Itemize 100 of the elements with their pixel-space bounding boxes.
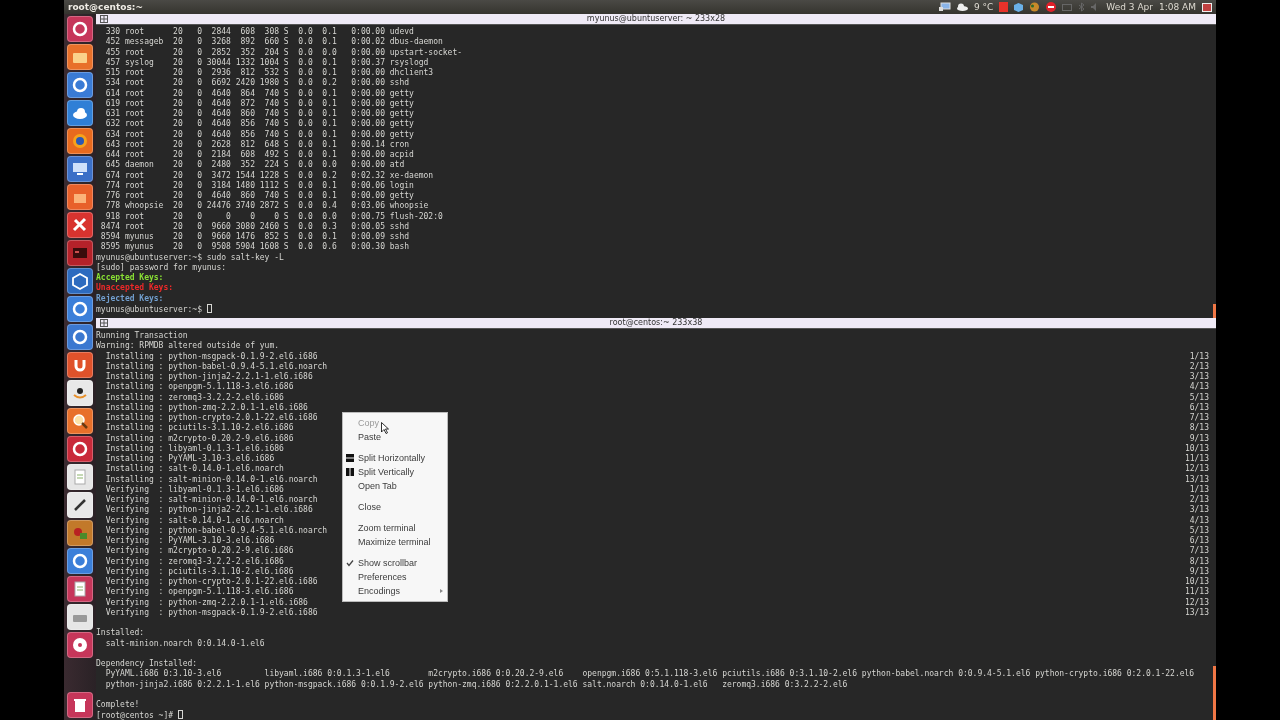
terminal-line: Verifying : zeromq3-3.2.2-2.el6.i686	[104, 556, 284, 567]
menu-item[interactable]: Zoom terminal	[343, 521, 447, 535]
progress-count: 1/13	[1189, 484, 1210, 495]
progress-count: 4/13	[1189, 382, 1210, 393]
terminal-line: 634 root 20 0 4640 856 740 S 0.0 0.1 0:00.00 getty	[104, 129, 414, 140]
menu-item[interactable]: Split Vertically	[343, 465, 447, 479]
progress-count: 13/13	[1184, 474, 1210, 485]
terminal-line: myunus@ubuntuserver:~$ sudo salt-key -L	[96, 252, 284, 263]
menu-item[interactable]: Paste	[343, 430, 447, 444]
menu-item[interactable]: Encodings	[343, 584, 447, 598]
terminal-line: 631 root 20 0 4640 860 740 S 0.0 0.1 0:00.00 getty	[104, 109, 414, 119]
terminal-line: Verifying : salt-minion-0.14.0-1.el6.noarch	[104, 495, 318, 505]
terminal-line: Verifying : m2crypto-0.20.2-9.el6.i686	[104, 546, 294, 557]
progress-count: 9/13	[1189, 566, 1210, 577]
horseshoe-icon[interactable]	[67, 352, 93, 378]
terminal-line: 8594 myunus 20 0 9660 1476 852 S 0.0 0.1 0:00.09 sshd	[99, 232, 410, 242]
magnifier-icon[interactable]	[67, 408, 93, 434]
scrollbar-thumb[interactable]	[1213, 304, 1216, 318]
terminal-line: [sudo] password for myunus:	[96, 262, 227, 273]
progress-count: 11/13	[1184, 454, 1210, 464]
terminal-line: Installing : openpgm-5.1.118-3.el6.i686	[104, 382, 294, 393]
folder-icon[interactable]	[67, 44, 93, 70]
terminal-line: 632 root 20 0 4640 856 740 S 0.0 0.1 0:00.00 getty	[104, 119, 414, 130]
terminal-line: PyYAML.i686 0:3.10-3.el6 libyaml.i686 0:0.1.3-1.el6 m2crypto.i686 0:0.20.2-9.el6 openpgm.i686 0:5.1.118-3.el6 pciutils.i686 0:3.1.10-2.el6 python-babel.noarch 0:0.9.4-5.1.el6 python-crypto.i686 0:2.0.1-22.el6	[104, 669, 1195, 680]
tools-icon[interactable]	[67, 212, 93, 238]
terminal-line: 452 messageb 20 0 3268 892 660 S 0.0 0.1 0:00.02 dbus-daemon	[104, 37, 443, 48]
no-entry-icon[interactable]	[1046, 2, 1057, 12]
menu-item[interactable]: Split Horizontally	[343, 451, 447, 465]
menu-item[interactable]: Open Tab	[343, 479, 447, 493]
terminal-line: Complete!	[96, 700, 140, 711]
window-menu-icon[interactable]	[100, 319, 108, 327]
menu-item[interactable]: Close	[343, 500, 447, 514]
progress-count: 3/13	[1189, 505, 1210, 516]
progress-count: 2/13	[1189, 361, 1210, 372]
shell-prompt: myunus@ubuntuserver:~$	[96, 303, 212, 314]
terminal-line: Installing : pciutils-3.1.10-2.el6.i686	[104, 423, 294, 434]
mouse-pointer-icon	[381, 422, 389, 434]
terminal-line: Accepted Keys:	[96, 273, 164, 283]
terminal-line: Warning: RPMDB altered outside of yum.	[96, 341, 280, 352]
trash-icon[interactable]	[67, 692, 93, 718]
progress-count: 10/13	[1184, 577, 1210, 587]
date[interactable]: Wed 3 Apr	[1106, 2, 1153, 12]
menu-item[interactable]: Preferences	[343, 570, 447, 584]
terminal-line: 644 root 20 0 2184 608 492 S 0.0 0.1 0:00.00 acpid	[104, 150, 414, 160]
presentation-icon[interactable]	[67, 576, 93, 602]
progress-count: 11/13	[1184, 587, 1210, 598]
monitor-icon[interactable]	[67, 156, 93, 182]
terminal-line: 776 root 20 0 4640 860 740 S 0.0 0.1 0:00.00 getty	[104, 191, 414, 201]
window-menu-icon[interactable]	[100, 15, 108, 23]
terminal-line: Rejected Keys:	[96, 293, 164, 304]
progress-count: 3/13	[1189, 372, 1210, 382]
progress-count: 6/13	[1189, 402, 1210, 413]
terminal-line: python-jinja2.i686 0:2.2.1-1.el6 python-msgpack.i686 0:0.1.9-2.el6 python-zmq.i686 0:2.2.0.1-1.el6 salt.noarch 0:0.14.0-1.el6 zeromq3.i686 0:3.2.2-2.el6	[104, 679, 848, 690]
bluetooth-icon[interactable]	[1078, 2, 1086, 12]
terminal-line: Installing : salt-minion-0.14.0-1.el6.noarch	[104, 474, 318, 485]
terminal-line: 614 root 20 0 4640 864 740 S 0.0 0.1 0:00.00 getty	[104, 88, 414, 99]
terminal-line: Installed:	[96, 628, 145, 639]
cloud-icon[interactable]	[957, 3, 968, 11]
terminal-line: Verifying : libyaml-0.1.3-1.el6.i686	[104, 484, 284, 495]
drive-icon[interactable]	[67, 604, 93, 630]
progress-count: 12/13	[1184, 597, 1210, 608]
window-title: myunus@ubuntuserver: ~ 233x28	[586, 14, 726, 24]
terminal-line: Installing : salt-0.14.0-1.el6.noarch	[104, 464, 284, 475]
progress-count: 8/13	[1189, 556, 1210, 567]
cube-icon[interactable]	[67, 268, 93, 294]
terminal-line: Verifying : python-crypto-2.0.1-22.el6.i686	[104, 577, 318, 587]
terminal-line: 515 root 20 0 2936 812 532 S 0.0 0.1 0:00.00 dhclient3	[104, 68, 434, 78]
terminal-line: Installing : python-babel-0.9.4-5.1.el6.noarch	[104, 361, 328, 372]
scrollbar-thumb[interactable]	[1213, 666, 1216, 720]
terminal-line: Running Transaction	[96, 331, 188, 341]
progress-count: 4/13	[1189, 515, 1210, 526]
progress-count: 8/13	[1189, 423, 1210, 434]
progress-count: 2/13	[1189, 495, 1210, 505]
terminal-line: 534 root 20 0 6692 2420 1980 S 0.0 0.2 0:00.00 sshd	[104, 78, 410, 89]
menu-item[interactable]: Maximize terminal	[343, 535, 447, 549]
split-horizontal-icon	[346, 454, 354, 462]
progress-count: 7/13	[1189, 546, 1210, 557]
terminal-line: 918 root 20 0 0 0 0 S 0.0 0.0 0:00.75 flush-202:0	[104, 211, 443, 222]
window-title: root@centos:~	[68, 2, 143, 12]
terminal-line: Installing : python-crypto-2.0.1-22.el6.i686	[104, 413, 318, 423]
temperature[interactable]: 9 °C	[974, 2, 994, 12]
menu-item[interactable]: Show scrollbar	[343, 556, 447, 570]
progress-count: 7/13	[1189, 413, 1210, 423]
monitor-icon[interactable]	[939, 2, 951, 12]
terminal-line: Verifying : PyYAML-3.10-3.el6.i686	[104, 536, 275, 546]
box-icon[interactable]	[1014, 2, 1024, 12]
pen-icon[interactable]	[67, 492, 93, 518]
terminal-line: 778 whoopsie 20 0 24476 3740 2872 S 0.0 0.4 0:03.06 whoopsie	[104, 201, 429, 212]
terminal-icon[interactable]	[67, 240, 93, 266]
terminal-line: Verifying : python-zmq-2.2.0.1-1.el6.i686	[104, 597, 308, 608]
terminal-line: Verifying : python-jinja2-2.2.1-1.el6.i686	[104, 505, 313, 516]
square-icon[interactable]	[999, 2, 1009, 12]
terminal-line: Verifying : openpgm-5.1.118-3.el6.i686	[104, 587, 294, 598]
terminal-line: Installing : m2crypto-0.20.2-9.el6.i686	[104, 433, 294, 444]
terminal-line: Installing : libyaml-0.1.3-1.el6.i686	[104, 443, 284, 454]
progress-count: 10/13	[1184, 443, 1210, 454]
cloud-icon[interactable]	[67, 100, 93, 126]
terminal-line: 774 root 20 0 3184 1480 1112 S 0.0 0.1 0:00.06 login	[104, 180, 414, 191]
terminal-line: Verifying : pciutils-3.1.10-2.el6.i686	[104, 566, 294, 577]
clock[interactable]: 1:08 AM	[1159, 2, 1196, 12]
